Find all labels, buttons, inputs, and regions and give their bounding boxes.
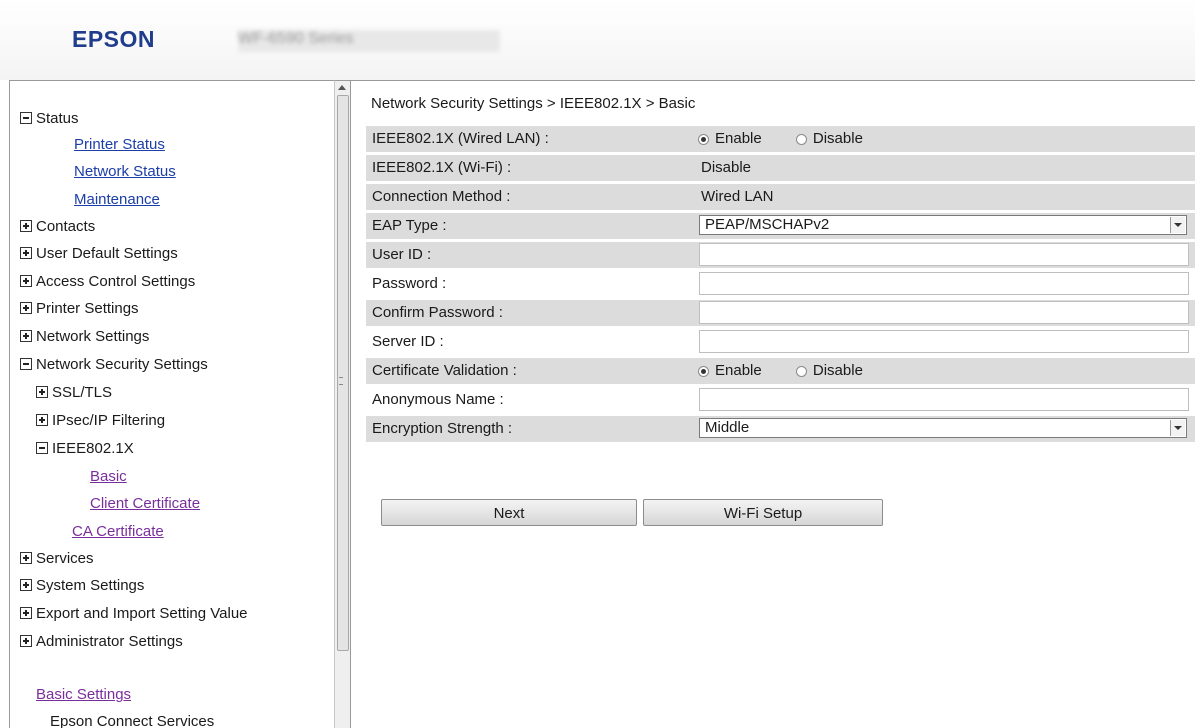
- row-server-id: Server ID :: [366, 329, 1195, 358]
- row-certificate-validation: Certificate Validation : Enable Disable: [366, 358, 1195, 387]
- nav-maintenance[interactable]: Maintenance: [74, 189, 160, 211]
- collapse-icon[interactable]: [36, 442, 48, 454]
- nav-network-status[interactable]: Network Status: [74, 161, 176, 183]
- expand-icon[interactable]: [20, 302, 32, 314]
- nav-contacts[interactable]: Contacts: [20, 216, 95, 238]
- dropdown-arrow-icon[interactable]: [1170, 217, 1185, 233]
- nav-printer-status[interactable]: Printer Status: [74, 134, 165, 156]
- wifi-value: Disable: [701, 159, 752, 176]
- nav-ca-certificate[interactable]: CA Certificate: [72, 521, 164, 543]
- nav-ssl-tls[interactable]: SSL/TLS: [36, 382, 112, 404]
- nav-export-import[interactable]: Export and Import Setting Value: [20, 603, 248, 625]
- encryption-strength-select[interactable]: Middle: [699, 418, 1187, 438]
- header-bar: EPSON WF-6590 Series: [0, 0, 1195, 80]
- connection-method-value: Wired LAN: [701, 188, 774, 205]
- nav-administrator-settings[interactable]: Administrator Settings: [20, 631, 183, 653]
- nav-epson-connect-services: Epson Connect Services: [50, 713, 215, 728]
- wired-lan-enable-radio[interactable]: Enable: [698, 126, 762, 152]
- wired-lan-radio-group: Enable Disable: [698, 126, 893, 152]
- nav-user-default-settings[interactable]: User Default Settings: [20, 243, 178, 265]
- row-wired-lan: IEEE802.1X (Wired LAN) : Enable Disable: [366, 126, 1195, 155]
- expand-icon[interactable]: [20, 220, 32, 232]
- radio-unchecked-icon[interactable]: [795, 133, 807, 145]
- expand-icon[interactable]: [36, 386, 48, 398]
- collapse-icon[interactable]: [20, 112, 32, 124]
- nav-ipsec-ip-filtering[interactable]: IPsec/IP Filtering: [36, 410, 165, 432]
- collapse-icon[interactable]: [20, 358, 32, 370]
- row-anonymous-name: Anonymous Name :: [366, 387, 1195, 416]
- model-name: WF-6590 Series: [238, 30, 500, 52]
- nav-network-security-settings[interactable]: Network Security Settings: [20, 354, 208, 376]
- nav-printer-settings[interactable]: Printer Settings: [20, 298, 139, 320]
- radio-checked-icon[interactable]: [698, 133, 709, 145]
- nav-basic[interactable]: Basic: [90, 466, 127, 488]
- scroll-up-icon[interactable]: [338, 85, 346, 90]
- epson-logo: EPSON: [72, 26, 156, 52]
- nav-frame: Status Printer Status Network Status Mai…: [9, 80, 334, 728]
- breadcrumb: Network Security Settings > IEEE802.1X >…: [371, 95, 696, 112]
- radio-unchecked-icon[interactable]: [795, 365, 807, 377]
- cert-validation-enable-radio[interactable]: Enable: [698, 358, 762, 384]
- expand-icon[interactable]: [20, 330, 32, 342]
- expand-icon[interactable]: [20, 247, 32, 259]
- password-input[interactable]: [699, 272, 1189, 295]
- scroll-thumb[interactable]: [337, 95, 349, 651]
- anonymous-name-input[interactable]: [699, 388, 1189, 411]
- cert-validation-radio-group: Enable Disable: [698, 358, 893, 384]
- expand-icon[interactable]: [20, 607, 32, 619]
- expand-icon[interactable]: [36, 414, 48, 426]
- expand-icon[interactable]: [20, 579, 32, 591]
- scroll-grip-icon: [339, 377, 343, 385]
- row-confirm-password: Confirm Password :: [366, 300, 1195, 329]
- nav-access-control-settings[interactable]: Access Control Settings: [20, 271, 195, 293]
- server-id-input[interactable]: [699, 330, 1189, 353]
- expand-icon[interactable]: [20, 275, 32, 287]
- nav-network-settings[interactable]: Network Settings: [20, 326, 149, 348]
- dropdown-arrow-icon[interactable]: [1170, 420, 1185, 436]
- wired-lan-disable-radio[interactable]: Disable: [795, 126, 863, 152]
- nav-basic-settings[interactable]: Basic Settings: [36, 684, 131, 706]
- row-password: Password :: [366, 271, 1195, 300]
- nav-scrollbar[interactable]: [334, 80, 351, 728]
- nav-ieee8021x[interactable]: IEEE802.1X: [36, 438, 134, 460]
- row-user-id: User ID :: [366, 242, 1195, 271]
- next-button[interactable]: Next: [381, 499, 637, 526]
- row-wifi: IEEE802.1X (Wi-Fi) : Disable: [366, 155, 1195, 184]
- radio-checked-icon[interactable]: [698, 365, 709, 377]
- expand-icon[interactable]: [20, 635, 32, 647]
- content-frame: Network Security Settings > IEEE802.1X >…: [350, 80, 1195, 728]
- row-connection-method: Connection Method : Wired LAN: [366, 184, 1195, 213]
- row-eap-type: EAP Type : PEAP/MSCHAPv2: [366, 213, 1195, 242]
- nav-status[interactable]: Status: [20, 108, 79, 130]
- nav-system-settings[interactable]: System Settings: [20, 575, 144, 597]
- user-id-input[interactable]: [699, 243, 1189, 266]
- eap-type-select[interactable]: PEAP/MSCHAPv2: [699, 215, 1187, 235]
- confirm-password-input[interactable]: [699, 301, 1189, 324]
- expand-icon[interactable]: [20, 552, 32, 564]
- nav-services[interactable]: Services: [20, 548, 94, 570]
- wifi-setup-button[interactable]: Wi-Fi Setup: [643, 499, 883, 526]
- row-encryption-strength: Encryption Strength : Middle: [366, 416, 1195, 445]
- cert-validation-disable-radio[interactable]: Disable: [795, 358, 863, 384]
- nav-client-certificate[interactable]: Client Certificate: [90, 493, 200, 515]
